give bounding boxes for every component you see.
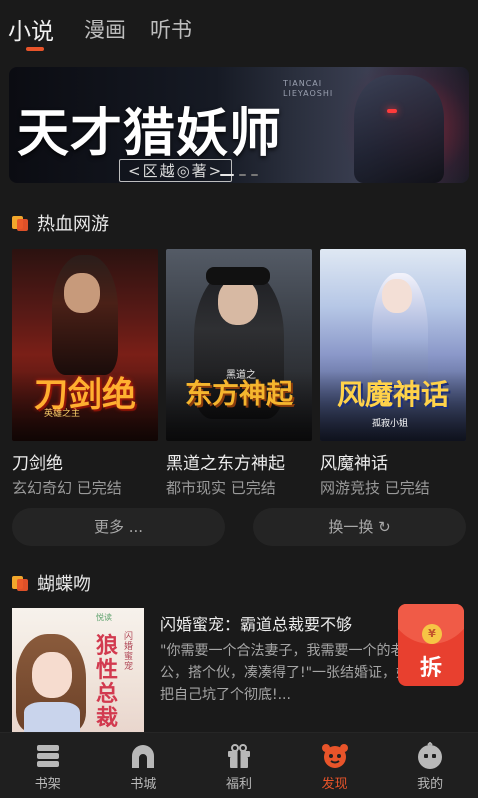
cover-title: 东方神起 [185,379,293,410]
featured-book-description: "你需要一个合法妻子，我需要一个的老公，搭个伙，凑凑得了!"一张结婚证，她把自己… [160,643,411,703]
banner-author: <区越◎著> [119,159,233,182]
section-icon [12,575,28,591]
cover-title: 刀剑绝 [34,375,136,415]
publisher-logo: 悦读 [96,613,112,622]
banner-title: 天才猎妖师 [17,103,283,164]
cover-face [218,279,258,325]
cover-title: 狼性总裁 [95,633,118,731]
nav-discover[interactable]: 发现 [287,733,383,798]
more-button[interactable]: 更多 ... [12,508,225,546]
cover-subtitle: 孤寂小姐 [372,419,409,429]
book-title[interactable]: 刀剑绝 [12,449,63,474]
profile-icon [418,742,443,769]
book-title[interactable]: 风魔神话 [320,449,388,474]
tab-novel[interactable]: 小说 [8,12,54,46]
banner-dot [239,174,246,176]
cover-subtitle: 英雄之主 [44,409,81,419]
book-cover[interactable]: 风魔神话 孤寂小姐 [320,249,466,441]
featured-book-cover[interactable]: 悦读 狼性总裁 闪婚蜜宠 [12,608,144,732]
section-header-butterfly: 蝴蝶吻 [12,570,91,596]
cover-subtitle: 黑道之 [226,370,256,381]
cover-face [64,273,100,313]
cover-hat [206,267,270,285]
app-root: 小说 漫画 听书 天才猎妖师 <区越◎著> TIANCAI LIEYAOSHI … [0,0,478,798]
banner-latin-title: TIANCAI LIEYAOSHI [283,79,334,98]
banner-hero-figure [354,75,444,183]
section-header-hot: 热血网游 [12,210,109,236]
bookstore-icon [132,745,155,768]
book-cover[interactable]: 东方神起 黑道之 [166,249,312,441]
active-tab-indicator [26,47,44,51]
section-title: 热血网游 [37,214,109,235]
bottom-navigation: 书架 书城 福利 发现 我的 [0,732,478,798]
coin-icon: ¥ [422,624,442,644]
nav-profile[interactable]: 我的 [382,733,478,798]
book-meta: 网游竞技 已完结 [320,479,430,497]
gift-icon [227,744,250,768]
featured-book-title[interactable]: 闪婚蜜宠：霸道总裁要不够 [160,611,352,635]
red-packet-label: 拆 [419,656,442,681]
book-meta: 玄幻奇幻 已完结 [12,479,122,497]
tab-comic[interactable]: 漫画 [84,14,126,44]
nav-bookshelf[interactable]: 书架 [0,733,96,798]
cover-title: 风魔神话 [336,378,449,411]
cover-figure-face [32,652,72,698]
section-icon [12,215,28,231]
banner-hero-eye [387,109,397,113]
cover-face [382,279,412,313]
tab-audiobook[interactable]: 听书 [150,14,192,44]
bookshelf-icon [36,745,59,767]
cover-figure-body [24,702,80,732]
banner-dot [251,174,258,176]
nav-welfare[interactable]: 福利 [191,733,287,798]
red-packet-button[interactable]: ¥ 拆 [398,604,464,686]
top-tab-bar: 小说 漫画 听书 [0,0,478,58]
banner-carousel[interactable]: 天才猎妖师 <区越◎著> TIANCAI LIEYAOSHI [9,67,469,183]
book-cover[interactable]: 刀剑绝 英雄之主 [12,249,158,441]
cover-subtitle: 闪婚蜜宠 [124,632,134,672]
banner-dot [220,174,234,176]
book-title[interactable]: 黑道之东方神起 [166,449,285,474]
discover-icon [321,744,348,768]
banner-indicator [220,174,258,176]
nav-bookstore[interactable]: 书城 [96,733,192,798]
book-meta: 都市现实 已完结 [166,479,276,497]
section-title: 蝴蝶吻 [37,574,91,595]
refresh-button[interactable]: 换一换 ↻ [253,508,466,546]
